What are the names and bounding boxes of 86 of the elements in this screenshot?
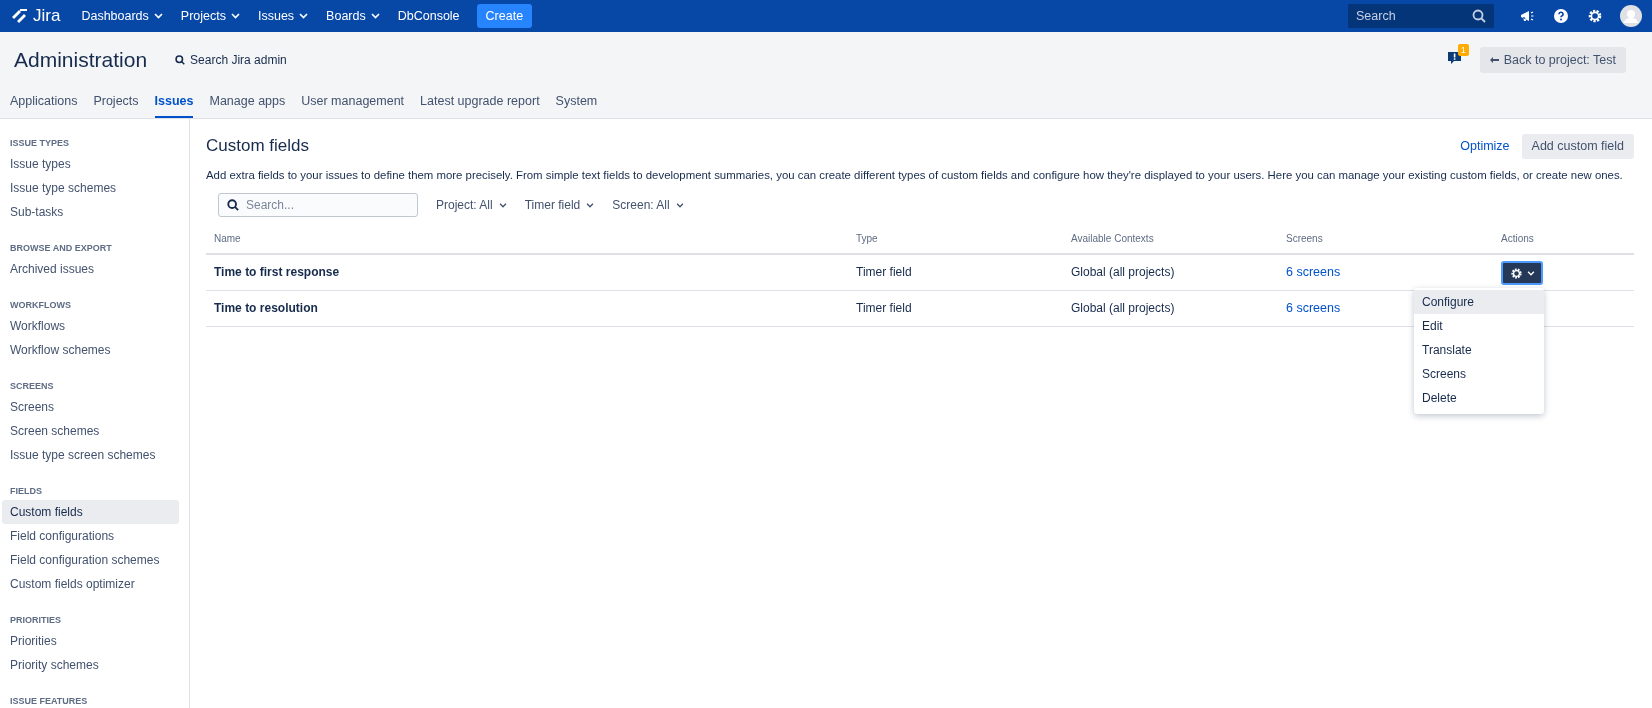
menu-item[interactable]: Edit: [1414, 314, 1544, 338]
table-cell: Global (all projects): [1071, 265, 1175, 279]
screens-link[interactable]: 6 screens: [1286, 301, 1341, 315]
search-icon: [1472, 9, 1486, 23]
settings-icon[interactable]: [1587, 8, 1603, 24]
notification-count: 1: [1457, 44, 1469, 56]
column-header: Screens: [1286, 232, 1324, 244]
nav-menu[interactable]: Issues: [250, 9, 316, 23]
sidebar-section-title: PRIORITIES: [9, 614, 62, 627]
create-button[interactable]: Create: [476, 4, 533, 28]
admin-tab[interactable]: Applications: [10, 88, 78, 118]
sidebar-item[interactable]: Field configuration schemes: [2, 548, 179, 572]
admin-tab[interactable]: Projects: [93, 88, 139, 118]
field-name: Time to first response: [214, 265, 340, 279]
avatar-icon[interactable]: [1620, 5, 1642, 27]
optimize-link[interactable]: Optimize: [1460, 139, 1510, 153]
table-cell: Timer field: [856, 301, 912, 315]
column-header: Name: [214, 232, 242, 244]
sidebar-item[interactable]: Workflow schemes: [2, 338, 179, 362]
sidebar-section-title: ISSUE FEATURES: [9, 695, 89, 708]
menu-item[interactable]: Configure: [1414, 290, 1544, 314]
add-custom-field-button[interactable]: Add custom field: [1521, 133, 1634, 159]
chevron-icon: [370, 13, 380, 19]
chevron-icon: [153, 13, 163, 19]
nav-menu[interactable]: Dashboards: [74, 9, 170, 23]
nav-menu[interactable]: Boards: [319, 9, 387, 23]
sidebar-item[interactable]: Sub-tasks: [2, 200, 179, 224]
actions-button[interactable]: [1501, 261, 1543, 285]
menu-item[interactable]: Screens: [1414, 362, 1544, 386]
column-header: Type: [856, 232, 879, 244]
admin-tab[interactable]: System: [555, 88, 598, 118]
page-title: Administration: [14, 48, 148, 72]
filter-dropdown[interactable]: Project: All: [436, 198, 507, 212]
sidebar-item[interactable]: Screen schemes: [2, 419, 179, 443]
chevron-icon: [299, 13, 309, 19]
sidebar-section-title: BROWSE AND EXPORT: [9, 242, 113, 255]
admin-tab[interactable]: Issues: [154, 88, 194, 118]
chevron-icon: [498, 202, 507, 208]
feedback-icon[interactable]: [1447, 50, 1462, 66]
nav-menu[interactable]: Projects: [173, 9, 247, 23]
filter-dropdown[interactable]: Screen: All: [612, 198, 684, 212]
sidebar-item[interactable]: Custom fields optimizer: [2, 572, 179, 596]
description-text: Add extra fields to your issues to define them more precisely. From simple text fields to development summaries, you can create different types of custom fields and configure how they're displayed to your users. Here you can manage your existing custom fields, or create new ones.: [206, 169, 1624, 181]
search-field[interactable]: Search: [1348, 4, 1494, 28]
megaphone-icon[interactable]: [1519, 8, 1535, 24]
settings-icon: [1509, 266, 1523, 280]
menu-item[interactable]: Translate: [1414, 338, 1544, 362]
admin-search-button[interactable]: Search Jira admin: [175, 53, 287, 67]
arrow-left-icon: [1489, 57, 1499, 63]
column-header: Available Contexts: [1071, 232, 1155, 244]
admin-tab[interactable]: Latest upgrade report: [420, 88, 540, 118]
column-header: Actions: [1501, 232, 1535, 244]
sidebar-section-title: ISSUE TYPES: [9, 137, 71, 150]
logo-text[interactable]: Jira: [33, 6, 61, 26]
chevron-icon: [586, 202, 595, 208]
search-field[interactable]: Search...: [218, 193, 418, 217]
sidebar-item[interactable]: Custom fields: [2, 500, 179, 524]
sidebar-item[interactable]: Issue type schemes: [2, 176, 179, 200]
search-icon: [175, 55, 186, 65]
nav-menu[interactable]: DbConsole: [390, 9, 467, 23]
chevron-icon: [230, 13, 240, 19]
help-icon[interactable]: [1553, 8, 1569, 24]
back-to-project-button[interactable]: Back to project: Test: [1479, 47, 1626, 73]
table-cell: Global (all projects): [1071, 301, 1175, 315]
sidebar-item[interactable]: Issue types: [2, 152, 179, 176]
section-title: Custom fields: [206, 136, 309, 156]
sidebar-section-title: FIELDS: [9, 485, 43, 498]
sidebar-item[interactable]: Field configurations: [2, 524, 179, 548]
admin-tab[interactable]: Manage apps: [209, 88, 286, 118]
sidebar-item[interactable]: Screens: [2, 395, 179, 419]
admin-tab[interactable]: User management: [301, 88, 405, 118]
field-name: Time to resolution: [214, 301, 318, 315]
screens-link[interactable]: 6 screens: [1286, 265, 1341, 279]
logo-icon[interactable]: [10, 7, 30, 25]
sidebar-section-title: WORKFLOWS: [9, 299, 72, 312]
sidebar-item[interactable]: Archived issues: [2, 257, 179, 281]
sidebar-item[interactable]: Priorities: [2, 629, 179, 653]
sidebar-item[interactable]: Issue type screen schemes: [2, 443, 179, 467]
table-cell: Timer field: [856, 265, 912, 279]
filter-dropdown[interactable]: Timer field: [524, 198, 595, 212]
chevron-icon: [1526, 270, 1535, 276]
sidebar-item[interactable]: Priority schemes: [2, 653, 179, 677]
sidebar-section-title: SCREENS: [9, 380, 55, 393]
sidebar-item[interactable]: Workflows: [2, 314, 179, 338]
chevron-icon: [675, 202, 684, 208]
menu-item[interactable]: Delete: [1414, 386, 1544, 410]
